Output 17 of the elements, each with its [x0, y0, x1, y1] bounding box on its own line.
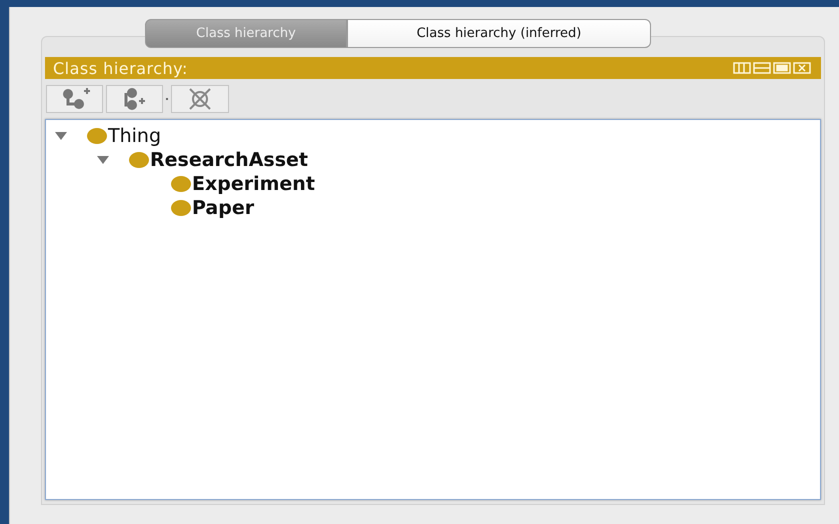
- add-sibling-button[interactable]: [106, 85, 163, 113]
- class-label[interactable]: Thing: [108, 125, 162, 147]
- expand-arrow-icon[interactable]: [54, 131, 68, 141]
- add-subclass-button[interactable]: [46, 85, 103, 113]
- tab[interactable]: Class hierarchy (inferred): [347, 19, 651, 48]
- delete-class-button[interactable]: [171, 85, 229, 113]
- class-label[interactable]: Paper: [192, 197, 254, 219]
- class-dot-icon: [170, 199, 192, 217]
- expand-arrow-icon[interactable]: [96, 155, 110, 165]
- class-dot-icon: [128, 151, 150, 169]
- class-label[interactable]: Experiment: [192, 173, 315, 195]
- view-title: Class hierarchy:: [53, 58, 188, 78]
- view-controls-icon[interactable]: [733, 62, 813, 74]
- class-label[interactable]: ResearchAsset: [150, 149, 308, 171]
- class-dot-icon: [170, 175, 192, 193]
- separator-icon: [166, 98, 168, 100]
- class-dot-icon: [86, 127, 108, 145]
